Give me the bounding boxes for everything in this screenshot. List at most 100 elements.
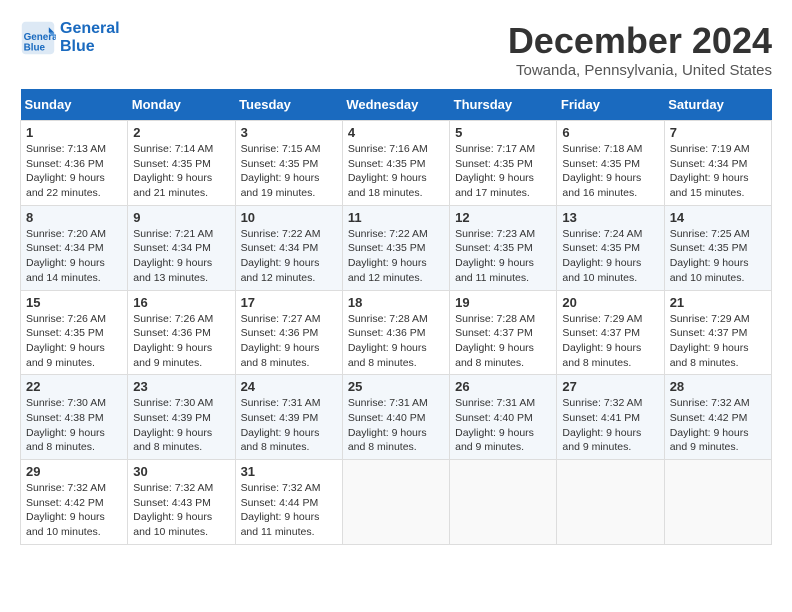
day-number: 27 <box>562 379 658 394</box>
weekday-header-sunday: Sunday <box>21 89 128 121</box>
calendar-cell <box>342 460 449 545</box>
calendar-cell: 5 Sunrise: 7:17 AMSunset: 4:35 PMDayligh… <box>450 121 557 206</box>
day-number: 11 <box>348 210 444 225</box>
calendar-cell: 2 Sunrise: 7:14 AMSunset: 4:35 PMDayligh… <box>128 121 235 206</box>
calendar-cell: 29 Sunrise: 7:32 AMSunset: 4:42 PMDaylig… <box>21 460 128 545</box>
weekday-header-row: SundayMondayTuesdayWednesdayThursdayFrid… <box>21 89 772 121</box>
day-number: 14 <box>670 210 766 225</box>
week-row-5: 29 Sunrise: 7:32 AMSunset: 4:42 PMDaylig… <box>21 460 772 545</box>
cell-info: Sunrise: 7:29 AMSunset: 4:37 PMDaylight:… <box>562 313 642 369</box>
calendar-cell: 21 Sunrise: 7:29 AMSunset: 4:37 PMDaylig… <box>664 290 771 375</box>
calendar-cell: 14 Sunrise: 7:25 AMSunset: 4:35 PMDaylig… <box>664 205 771 290</box>
day-number: 17 <box>241 295 337 310</box>
day-number: 3 <box>241 125 337 140</box>
calendar-cell: 19 Sunrise: 7:28 AMSunset: 4:37 PMDaylig… <box>450 290 557 375</box>
day-number: 7 <box>670 125 766 140</box>
calendar-cell <box>557 460 664 545</box>
day-number: 9 <box>133 210 229 225</box>
day-number: 13 <box>562 210 658 225</box>
calendar-cell: 20 Sunrise: 7:29 AMSunset: 4:37 PMDaylig… <box>557 290 664 375</box>
cell-info: Sunrise: 7:21 AMSunset: 4:34 PMDaylight:… <box>133 228 213 284</box>
logo-blue: Blue <box>60 38 120 56</box>
cell-info: Sunrise: 7:17 AMSunset: 4:35 PMDaylight:… <box>455 143 535 199</box>
calendar-cell <box>450 460 557 545</box>
cell-info: Sunrise: 7:26 AMSunset: 4:36 PMDaylight:… <box>133 313 213 369</box>
calendar-cell: 8 Sunrise: 7:20 AMSunset: 4:34 PMDayligh… <box>21 205 128 290</box>
cell-info: Sunrise: 7:25 AMSunset: 4:35 PMDaylight:… <box>670 228 750 284</box>
cell-info: Sunrise: 7:16 AMSunset: 4:35 PMDaylight:… <box>348 143 428 199</box>
calendar-cell: 30 Sunrise: 7:32 AMSunset: 4:43 PMDaylig… <box>128 460 235 545</box>
cell-info: Sunrise: 7:32 AMSunset: 4:41 PMDaylight:… <box>562 397 642 453</box>
calendar-cell: 24 Sunrise: 7:31 AMSunset: 4:39 PMDaylig… <box>235 375 342 460</box>
calendar-cell: 27 Sunrise: 7:32 AMSunset: 4:41 PMDaylig… <box>557 375 664 460</box>
day-number: 21 <box>670 295 766 310</box>
day-number: 24 <box>241 379 337 394</box>
day-number: 22 <box>26 379 122 394</box>
day-number: 8 <box>26 210 122 225</box>
cell-info: Sunrise: 7:29 AMSunset: 4:37 PMDaylight:… <box>670 313 750 369</box>
weekday-header-tuesday: Tuesday <box>235 89 342 121</box>
day-number: 1 <box>26 125 122 140</box>
day-number: 2 <box>133 125 229 140</box>
cell-info: Sunrise: 7:22 AMSunset: 4:35 PMDaylight:… <box>348 228 428 284</box>
cell-info: Sunrise: 7:27 AMSunset: 4:36 PMDaylight:… <box>241 313 321 369</box>
weekday-header-saturday: Saturday <box>664 89 771 121</box>
day-number: 4 <box>348 125 444 140</box>
svg-text:Blue: Blue <box>24 43 46 54</box>
logo-icon: General Blue <box>20 20 56 56</box>
day-number: 6 <box>562 125 658 140</box>
calendar-cell: 15 Sunrise: 7:26 AMSunset: 4:35 PMDaylig… <box>21 290 128 375</box>
day-number: 19 <box>455 295 551 310</box>
day-number: 15 <box>26 295 122 310</box>
calendar-cell: 9 Sunrise: 7:21 AMSunset: 4:34 PMDayligh… <box>128 205 235 290</box>
week-row-2: 8 Sunrise: 7:20 AMSunset: 4:34 PMDayligh… <box>21 205 772 290</box>
calendar-cell: 31 Sunrise: 7:32 AMSunset: 4:44 PMDaylig… <box>235 460 342 545</box>
cell-info: Sunrise: 7:28 AMSunset: 4:36 PMDaylight:… <box>348 313 428 369</box>
cell-info: Sunrise: 7:14 AMSunset: 4:35 PMDaylight:… <box>133 143 213 199</box>
cell-info: Sunrise: 7:15 AMSunset: 4:35 PMDaylight:… <box>241 143 321 199</box>
cell-info: Sunrise: 7:28 AMSunset: 4:37 PMDaylight:… <box>455 313 535 369</box>
day-number: 16 <box>133 295 229 310</box>
day-number: 12 <box>455 210 551 225</box>
week-row-3: 15 Sunrise: 7:26 AMSunset: 4:35 PMDaylig… <box>21 290 772 375</box>
cell-info: Sunrise: 7:22 AMSunset: 4:34 PMDaylight:… <box>241 228 321 284</box>
calendar-cell: 17 Sunrise: 7:27 AMSunset: 4:36 PMDaylig… <box>235 290 342 375</box>
day-number: 20 <box>562 295 658 310</box>
calendar-cell: 13 Sunrise: 7:24 AMSunset: 4:35 PMDaylig… <box>557 205 664 290</box>
day-number: 5 <box>455 125 551 140</box>
cell-info: Sunrise: 7:13 AMSunset: 4:36 PMDaylight:… <box>26 143 106 199</box>
calendar-cell: 7 Sunrise: 7:19 AMSunset: 4:34 PMDayligh… <box>664 121 771 206</box>
calendar-cell: 6 Sunrise: 7:18 AMSunset: 4:35 PMDayligh… <box>557 121 664 206</box>
cell-info: Sunrise: 7:32 AMSunset: 4:42 PMDaylight:… <box>670 397 750 453</box>
cell-info: Sunrise: 7:30 AMSunset: 4:39 PMDaylight:… <box>133 397 213 453</box>
day-number: 10 <box>241 210 337 225</box>
cell-info: Sunrise: 7:30 AMSunset: 4:38 PMDaylight:… <box>26 397 106 453</box>
calendar-cell: 25 Sunrise: 7:31 AMSunset: 4:40 PMDaylig… <box>342 375 449 460</box>
cell-info: Sunrise: 7:32 AMSunset: 4:44 PMDaylight:… <box>241 482 321 538</box>
calendar-cell: 26 Sunrise: 7:31 AMSunset: 4:40 PMDaylig… <box>450 375 557 460</box>
day-number: 26 <box>455 379 551 394</box>
page-header: General Blue General Blue December 2024 … <box>20 20 772 79</box>
day-number: 31 <box>241 464 337 479</box>
cell-info: Sunrise: 7:32 AMSunset: 4:42 PMDaylight:… <box>26 482 106 538</box>
day-number: 25 <box>348 379 444 394</box>
calendar-cell: 10 Sunrise: 7:22 AMSunset: 4:34 PMDaylig… <box>235 205 342 290</box>
day-number: 18 <box>348 295 444 310</box>
calendar-cell: 4 Sunrise: 7:16 AMSunset: 4:35 PMDayligh… <box>342 121 449 206</box>
week-row-1: 1 Sunrise: 7:13 AMSunset: 4:36 PMDayligh… <box>21 121 772 206</box>
month-title: December 2024 <box>508 20 772 62</box>
cell-info: Sunrise: 7:31 AMSunset: 4:40 PMDaylight:… <box>455 397 535 453</box>
calendar-cell <box>664 460 771 545</box>
cell-info: Sunrise: 7:32 AMSunset: 4:43 PMDaylight:… <box>133 482 213 538</box>
cell-info: Sunrise: 7:31 AMSunset: 4:39 PMDaylight:… <box>241 397 321 453</box>
calendar-cell: 18 Sunrise: 7:28 AMSunset: 4:36 PMDaylig… <box>342 290 449 375</box>
calendar-cell: 23 Sunrise: 7:30 AMSunset: 4:39 PMDaylig… <box>128 375 235 460</box>
day-number: 28 <box>670 379 766 394</box>
cell-info: Sunrise: 7:20 AMSunset: 4:34 PMDaylight:… <box>26 228 106 284</box>
logo-general: General <box>60 20 120 38</box>
calendar-table: SundayMondayTuesdayWednesdayThursdayFrid… <box>20 89 772 545</box>
calendar-cell: 16 Sunrise: 7:26 AMSunset: 4:36 PMDaylig… <box>128 290 235 375</box>
cell-info: Sunrise: 7:24 AMSunset: 4:35 PMDaylight:… <box>562 228 642 284</box>
calendar-cell: 12 Sunrise: 7:23 AMSunset: 4:35 PMDaylig… <box>450 205 557 290</box>
weekday-header-wednesday: Wednesday <box>342 89 449 121</box>
